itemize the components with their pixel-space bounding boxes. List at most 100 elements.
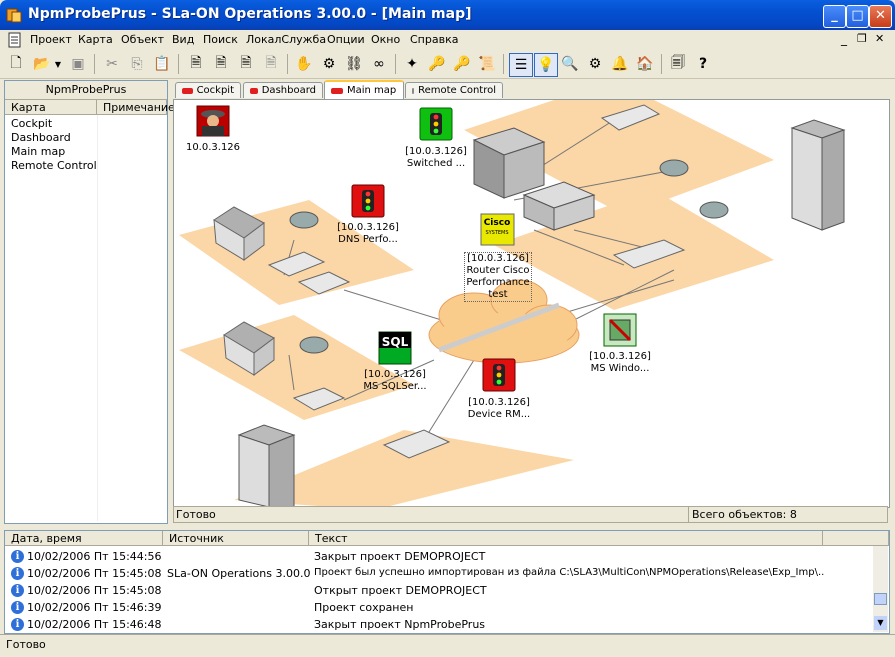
key-icon[interactable]: 🔑 (426, 53, 448, 75)
menu-search[interactable]: Поиск (203, 33, 238, 46)
phone-top-left (289, 211, 319, 229)
log-row[interactable]: i 10/02/2006 Пт 15:44:56 Закрыт проект D… (5, 548, 873, 565)
bell-icon[interactable]: 🔔 (609, 53, 631, 75)
tab-main-map[interactable]: Main map (324, 80, 404, 99)
log-header-source[interactable]: Источник (163, 531, 309, 546)
save-icon[interactable]: ▣ (67, 53, 89, 75)
phone-right-upper (659, 159, 689, 177)
menu-help[interactable]: Справка (410, 33, 458, 46)
log-header-datetime[interactable]: Дата, время (5, 531, 163, 546)
mdi-close-button[interactable]: ✕ (875, 32, 884, 45)
log-source: SLa-ON Operations 3.00.0 (167, 567, 311, 580)
map-edit-icon[interactable]: 🗎 (235, 53, 257, 75)
lightbulb-icon[interactable]: 💡 (534, 53, 558, 77)
chain-icon[interactable]: ∞ (368, 53, 390, 75)
device-status-icon[interactable] (482, 358, 516, 392)
header-label: Текст (315, 532, 348, 545)
map-new-icon[interactable]: 🗎 (185, 53, 207, 75)
log-row[interactable]: i 10/02/2006 Пт 15:45:08 Открыт проект D… (5, 582, 873, 599)
chevron-down-icon[interactable]: ▼ (53, 53, 63, 75)
node-address: [10.0.3.126] (405, 146, 467, 157)
link-icon[interactable]: ⛓ (343, 53, 365, 75)
toolbar: 🗋 📂 ▼ ▣ ✂ ⎘ 📋 🗎 🗎 🗎 🗎 ✋ ⚙ ⛓ ∞ ✦ 🔑 🔑 📜 ☰ … (0, 50, 895, 79)
log-scrollbar[interactable]: ▼ (873, 546, 888, 632)
map-list-item-dashboard[interactable]: Dashboard (11, 131, 71, 144)
map-properties-icon[interactable]: 🗎 (210, 53, 232, 75)
maximize-button[interactable]: □ (846, 5, 869, 28)
log-time: 10/02/2006 Пт 15:44:56 (27, 550, 162, 563)
menu-project[interactable]: Проект (30, 33, 72, 46)
node-address: 10.0.3.126 (185, 142, 241, 153)
log-row[interactable]: i 10/02/2006 Пт 15:46:48 Закрыт проект N… (5, 616, 873, 633)
gears-icon[interactable]: ⚙ (584, 53, 606, 75)
panel-title: NpmProbePrus (5, 81, 167, 100)
network-map[interactable]: Cisco SYSTEMS SQL 10.0.3.126 [10.0.3.126… (173, 99, 890, 508)
info-icon: i (11, 550, 24, 563)
menu-localservice[interactable]: ЛокалСлужба (246, 33, 326, 46)
map-list-item-cockpit[interactable]: Cockpit (11, 117, 52, 130)
menu-bar: Проект Карта Объект Вид Поиск ЛокалСлужб… (0, 30, 895, 50)
dns-status-icon[interactable] (351, 184, 385, 218)
map-delete-icon[interactable]: 🗎 (260, 53, 282, 75)
info-icon: i (11, 567, 24, 580)
document-icon (8, 32, 21, 48)
key-disabled-icon[interactable]: 🔑 (451, 53, 473, 75)
mdi-restore-button[interactable]: ❐ (857, 32, 867, 45)
hand-icon[interactable]: ✋ (293, 53, 315, 75)
minimize-button[interactable]: _ (823, 5, 846, 28)
scroll-down-icon[interactable]: ▼ (874, 616, 887, 630)
log-header-text[interactable]: Текст (309, 531, 823, 546)
tab-cockpit[interactable]: Cockpit (175, 82, 241, 98)
map-list-item-main-map[interactable]: Main map (11, 145, 65, 158)
menu-window[interactable]: Окно (371, 33, 400, 46)
menu-object[interactable]: Объект (121, 33, 164, 46)
help-icon[interactable]: ? (692, 53, 714, 75)
node-address: [10.0.3.126] (468, 397, 530, 408)
tab-icon (250, 87, 258, 94)
close-button[interactable]: ✕ (869, 5, 892, 28)
tools-icon[interactable]: ✦ (401, 53, 423, 75)
log-row[interactable]: i 10/02/2006 Пт 15:46:39 Проект сохранен (5, 599, 873, 616)
switched-status-icon[interactable] (419, 107, 453, 141)
scroll-icon[interactable]: 📜 (476, 53, 498, 75)
spy-icon[interactable] (196, 105, 230, 137)
title-bar: NpmProbePrus - SLa-ON Operations 3.00.0 … (0, 0, 895, 30)
tab-remote-control[interactable]: Remote Control (405, 82, 503, 98)
menu-options[interactable]: Опции (327, 33, 365, 46)
settings-icon[interactable]: 🗐 (667, 53, 689, 75)
copy-icon[interactable]: ⎘ (126, 53, 148, 75)
object-icon[interactable]: ⚙ (318, 53, 340, 75)
windows-status-icon[interactable] (603, 313, 637, 347)
scrollbar-thumb[interactable] (874, 593, 887, 605)
tab-dashboard[interactable]: Dashboard (243, 82, 323, 98)
log-row[interactable]: i 10/02/2006 Пт 15:45:08 SLa-ON Operatio… (5, 565, 873, 582)
search-icon[interactable]: 🔍 (559, 53, 581, 75)
cut-icon[interactable]: ✂ (101, 53, 123, 75)
home-icon[interactable]: 🏠 (634, 53, 656, 75)
node-label-cisco: [10.0.3.126] Router Cisco Performance te… (464, 252, 532, 302)
mdi-minimize-button[interactable]: _ (841, 32, 847, 46)
node-name: Device RM... (467, 409, 531, 420)
tab-icon (412, 87, 415, 94)
tab-label: Remote Control (418, 85, 496, 96)
toolbar-separator (661, 54, 662, 74)
column-header-note[interactable]: Примечание (97, 100, 175, 115)
menu-view[interactable]: Вид (172, 33, 194, 46)
paste-icon[interactable]: 📋 (151, 53, 173, 75)
node-name: MS SQLSer... (363, 381, 427, 392)
sql-server-icon[interactable]: SQL (378, 331, 412, 365)
node-address: [10.0.3.126] (337, 222, 399, 233)
cisco-logo-icon[interactable]: Cisco SYSTEMS (480, 213, 515, 246)
log-text: Проект был успешно импортирован из файла… (314, 567, 824, 578)
open-folder-icon[interactable]: 📂 (31, 53, 53, 75)
new-icon[interactable]: 🗋 (5, 53, 27, 75)
status-text: Готово (6, 638, 46, 651)
tab-icon (331, 87, 343, 94)
tab-label: Main map (347, 85, 397, 96)
log-time: 10/02/2006 Пт 15:46:39 (27, 601, 162, 614)
column-header-map[interactable]: Карта (5, 100, 97, 115)
list-view-icon[interactable]: ☰ (509, 53, 533, 77)
toolbar-separator (287, 54, 288, 74)
map-list-item-remote-control[interactable]: Remote Control (11, 159, 97, 172)
menu-map[interactable]: Карта (78, 33, 113, 46)
